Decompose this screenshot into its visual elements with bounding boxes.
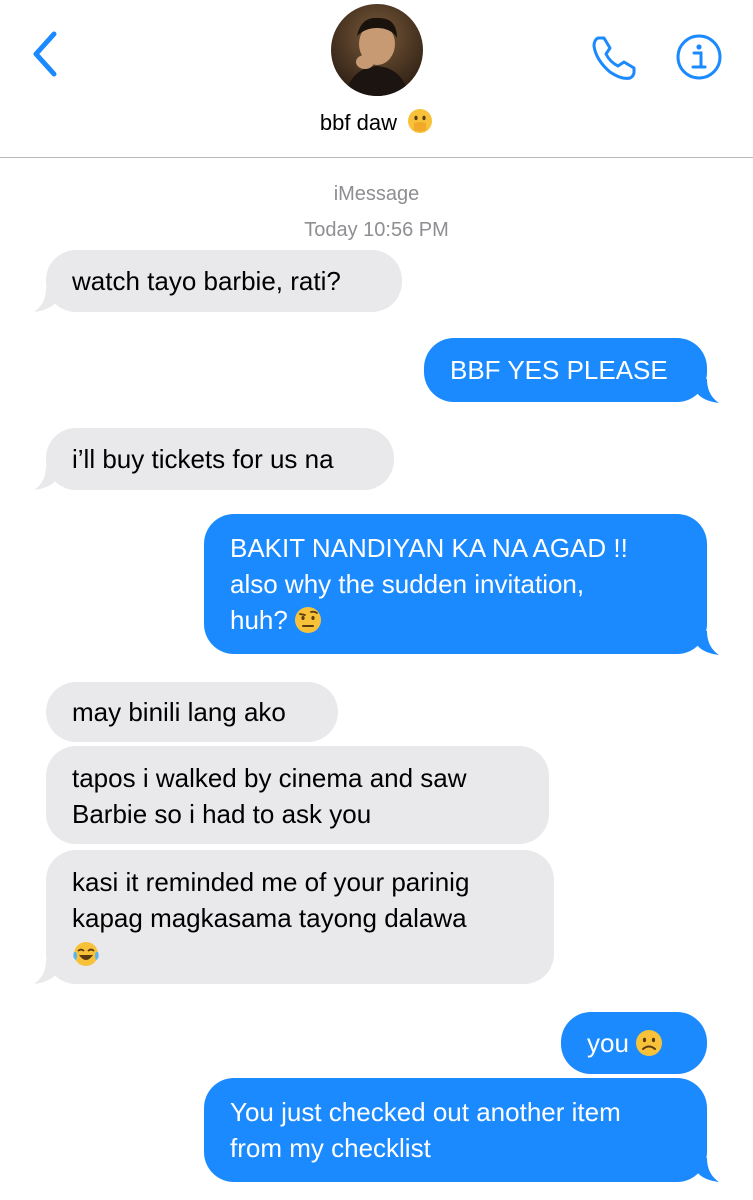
bubble-tail (34, 288, 56, 312)
timestamp: Today 10:56 PM (304, 219, 449, 241)
message-bubble-incoming[interactable]: kasi it reminded me of your parinig kapa… (46, 850, 554, 984)
bubble-tail (697, 631, 719, 655)
message-text: may binili lang ako (72, 697, 286, 727)
message-text: kapag magkasama tayong dalawa (72, 903, 467, 933)
message-text: also why the sudden invitation, (230, 569, 585, 599)
bubble-tail (697, 379, 719, 403)
contact-name[interactable]: bbf daw (0, 108, 753, 140)
message-bubble-outgoing[interactable]: You just checked out another item from m… (204, 1078, 707, 1182)
message-text: BAKIT NANDIYAN KA NA AGAD !! (230, 533, 628, 563)
bubble-tail (34, 466, 56, 490)
message-text: you (587, 1028, 629, 1058)
info-button[interactable] (675, 33, 723, 81)
message-text: Barbie so i had to ask you (72, 799, 372, 829)
message-bubble-outgoing[interactable]: BAKIT NANDIYAN KA NA AGAD !! also why th… (204, 514, 707, 654)
frowning-face-icon (635, 1029, 663, 1066)
contact-name-text: bbf daw (319, 110, 397, 135)
message-bubble-incoming[interactable]: watch tayo barbie, rati? (46, 250, 402, 312)
message-bubble-outgoing[interactable]: you (561, 1012, 707, 1074)
info-icon (676, 34, 722, 80)
face-with-raised-eyebrow-icon (294, 606, 322, 643)
chevron-left-icon (33, 31, 57, 77)
avatar-photo (331, 4, 423, 96)
phone-icon (592, 36, 636, 80)
face-with-hand-over-mouth-icon (407, 108, 433, 140)
message-text: kasi it reminded me of your parinig (72, 867, 470, 897)
contact-avatar[interactable] (331, 4, 423, 96)
conversation-header: bbf daw (0, 0, 753, 158)
face-with-tears-of-joy-icon (72, 940, 100, 977)
message-bubble-incoming[interactable]: may binili lang ako (46, 682, 338, 742)
bubble-tail (34, 960, 56, 984)
message-text: tapos i walked by cinema and saw (72, 763, 467, 793)
bubble-tail (697, 1158, 719, 1182)
back-button[interactable] (22, 28, 66, 82)
message-text: from my checklist (230, 1133, 431, 1163)
message-text: You just checked out another item (230, 1097, 621, 1127)
call-button[interactable] (586, 30, 642, 86)
message-text: huh? (230, 605, 288, 635)
service-label: iMessage (333, 183, 420, 205)
message-text: i’ll buy tickets for us na (72, 444, 334, 474)
message-bubble-incoming[interactable]: i’ll buy tickets for us na (46, 428, 394, 490)
message-bubble-outgoing[interactable]: BBF YES PLEASE (424, 338, 707, 402)
message-text: BBF YES PLEASE (450, 355, 668, 385)
message-bubble-incoming[interactable]: tapos i walked by cinema and saw Barbie … (46, 746, 549, 844)
message-text: watch tayo barbie, rati? (72, 266, 341, 296)
